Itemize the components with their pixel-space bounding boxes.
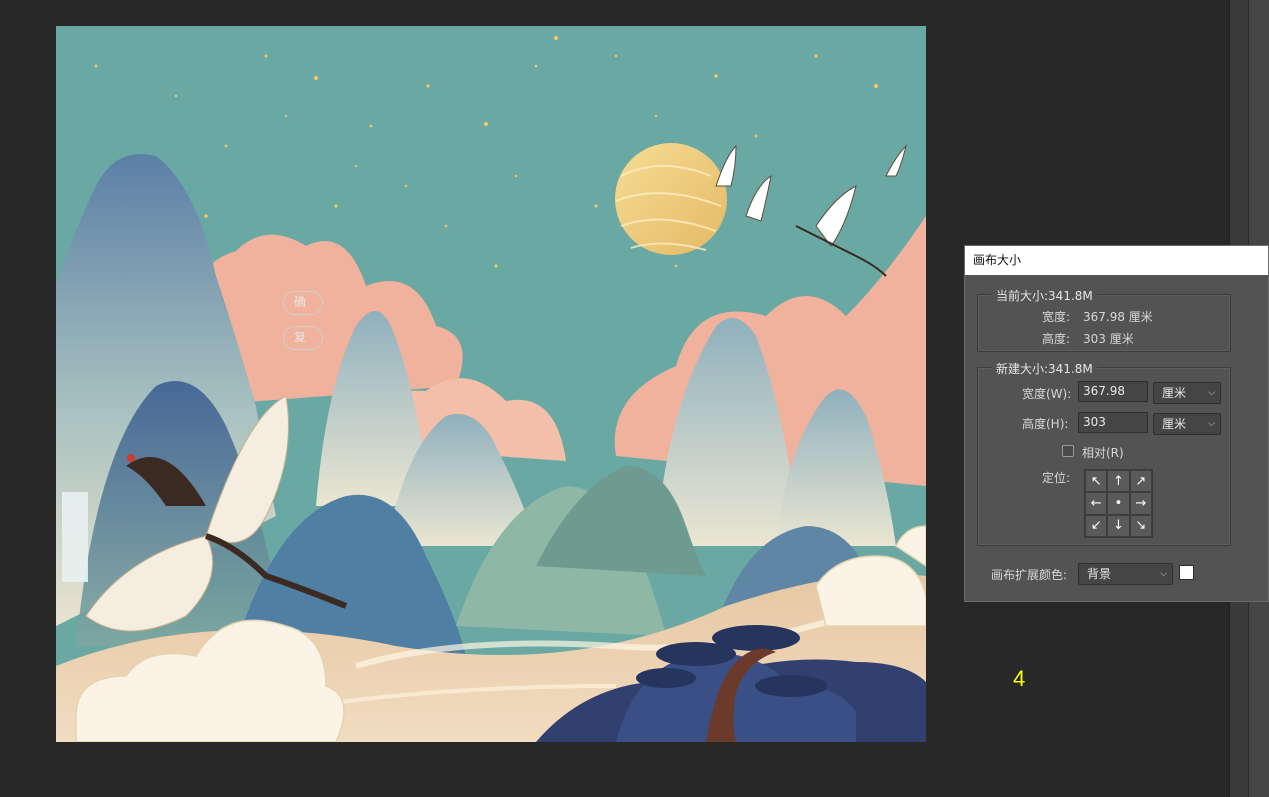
- anchor-right-arrow-icon[interactable]: →: [1129, 492, 1152, 515]
- anchor-bottom-right-arrow-icon[interactable]: ↘: [1129, 514, 1152, 537]
- height-input[interactable]: 303: [1078, 412, 1148, 433]
- extension-color-select[interactable]: 背景 ⌵: [1078, 563, 1173, 585]
- relative-checkbox[interactable]: [1062, 445, 1074, 457]
- landscape-illustration: [56, 26, 926, 742]
- extension-color-label: 画布扩展颜色:: [991, 568, 1068, 582]
- annotation-number: 4: [1013, 666, 1026, 691]
- anchor-label: 定位:: [1042, 471, 1071, 485]
- height-unit-select[interactable]: 厘米 ⌵: [1153, 413, 1221, 435]
- canvas-size-dialog: 画布大小 当前大小:341.8M 宽度: 367.98 厘米 高度: 303 厘…: [964, 245, 1269, 602]
- current-size-group: 当前大小:341.8M 宽度: 367.98 厘米 高度: 303 厘米: [977, 287, 1231, 352]
- anchor-bottom-arrow-icon[interactable]: ↓: [1107, 514, 1130, 537]
- height-unit-value: 厘米: [1162, 417, 1187, 431]
- reset-button[interactable]: 复: [283, 326, 323, 350]
- current-height-value: 303 厘米: [1083, 332, 1134, 346]
- width-input[interactable]: 367.98: [1078, 381, 1148, 402]
- anchor-top-right-arrow-icon[interactable]: ↗: [1129, 470, 1152, 493]
- anchor-top-arrow-icon[interactable]: ↑: [1107, 470, 1130, 493]
- width-unit-value: 厘米: [1162, 386, 1187, 400]
- extension-color-value: 背景: [1087, 567, 1112, 581]
- current-width-label: 宽度:: [1042, 310, 1071, 324]
- ok-button[interactable]: 确: [283, 291, 323, 315]
- width-unit-select[interactable]: 厘米 ⌵: [1153, 382, 1221, 404]
- relative-label[interactable]: 相对(R): [1082, 444, 1124, 461]
- anchor-top-left-arrow-icon[interactable]: ↖: [1085, 470, 1108, 493]
- current-height-label: 高度:: [1042, 332, 1071, 346]
- chevron-down-icon: ⌵: [1160, 569, 1167, 579]
- current-width-value: 367.98 厘米: [1083, 310, 1153, 324]
- new-width-label: 宽度(W):: [1022, 387, 1072, 401]
- anchor-bottom-left-arrow-icon[interactable]: ↙: [1085, 514, 1108, 537]
- chevron-down-icon: ⌵: [1208, 419, 1215, 429]
- canvas-image[interactable]: [56, 26, 926, 742]
- anchor-center-dot-icon[interactable]: •: [1107, 492, 1130, 515]
- anchor-grid[interactable]: ↖ ↑ ↗ ← • → ↙ ↓ ↘: [1084, 469, 1153, 538]
- extension-color-swatch[interactable]: [1179, 565, 1194, 580]
- new-height-label: 高度(H):: [1022, 417, 1069, 431]
- anchor-left-arrow-icon[interactable]: ←: [1085, 492, 1108, 515]
- new-size-legend: 新建大小:341.8M: [992, 360, 1097, 377]
- current-size-legend: 当前大小:341.8M: [992, 287, 1097, 304]
- dialog-title: 画布大小: [965, 246, 1268, 275]
- chevron-down-icon: ⌵: [1208, 388, 1215, 398]
